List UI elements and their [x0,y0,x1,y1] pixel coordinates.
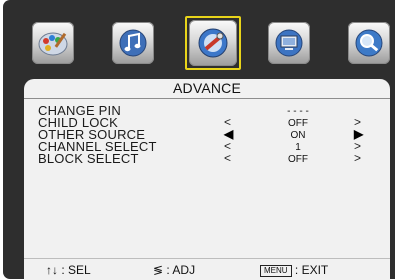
menu-icon-bar [11,8,395,72]
panel-title: ADVANCE [172,80,242,96]
left-right-arrows-icon: ≶ [153,263,164,277]
tab-sound[interactable] [109,20,157,66]
sound-note-icon [112,22,154,64]
tv-setup-icon [268,22,310,64]
hint-select: ↑↓ : SEL [46,263,91,277]
hint-select-label: : SEL [61,263,91,277]
menu-key-icon: MENU [260,265,292,277]
advance-tools-icon [189,20,237,66]
title-divider [24,98,390,99]
menu-row-block-select[interactable]: BLOCK SELECT < OFF > [38,151,384,166]
hint-exit: MENU : EXIT [260,263,328,277]
tab-setup[interactable] [265,20,313,66]
search-magnifier-icon [348,22,390,64]
key-hint-bar: ↑↓ : SEL ≶ : ADJ MENU : EXIT [24,258,390,280]
tab-search[interactable] [345,20,393,66]
row-value: OFF [288,154,308,165]
hint-adjust: ≶ : ADJ [153,263,195,277]
advance-panel: ADVANCE CHANGE PIN - - - - CHILD LOCK < … [24,79,390,258]
up-down-arrows-icon: ↑↓ [46,263,58,277]
tab-picture[interactable] [29,20,77,66]
picture-palette-icon [32,22,74,64]
hint-exit-label: : EXIT [294,263,329,277]
osd-menu: ADVANCE CHANGE PIN - - - - CHILD LOCK < … [3,0,395,280]
tab-advance[interactable] [185,16,241,70]
arrow-left-icon[interactable]: < [224,152,231,164]
row-label: BLOCK SELECT [38,151,139,166]
hint-adjust-label: : ADJ [166,263,196,277]
arrow-right-icon[interactable]: > [354,152,361,164]
